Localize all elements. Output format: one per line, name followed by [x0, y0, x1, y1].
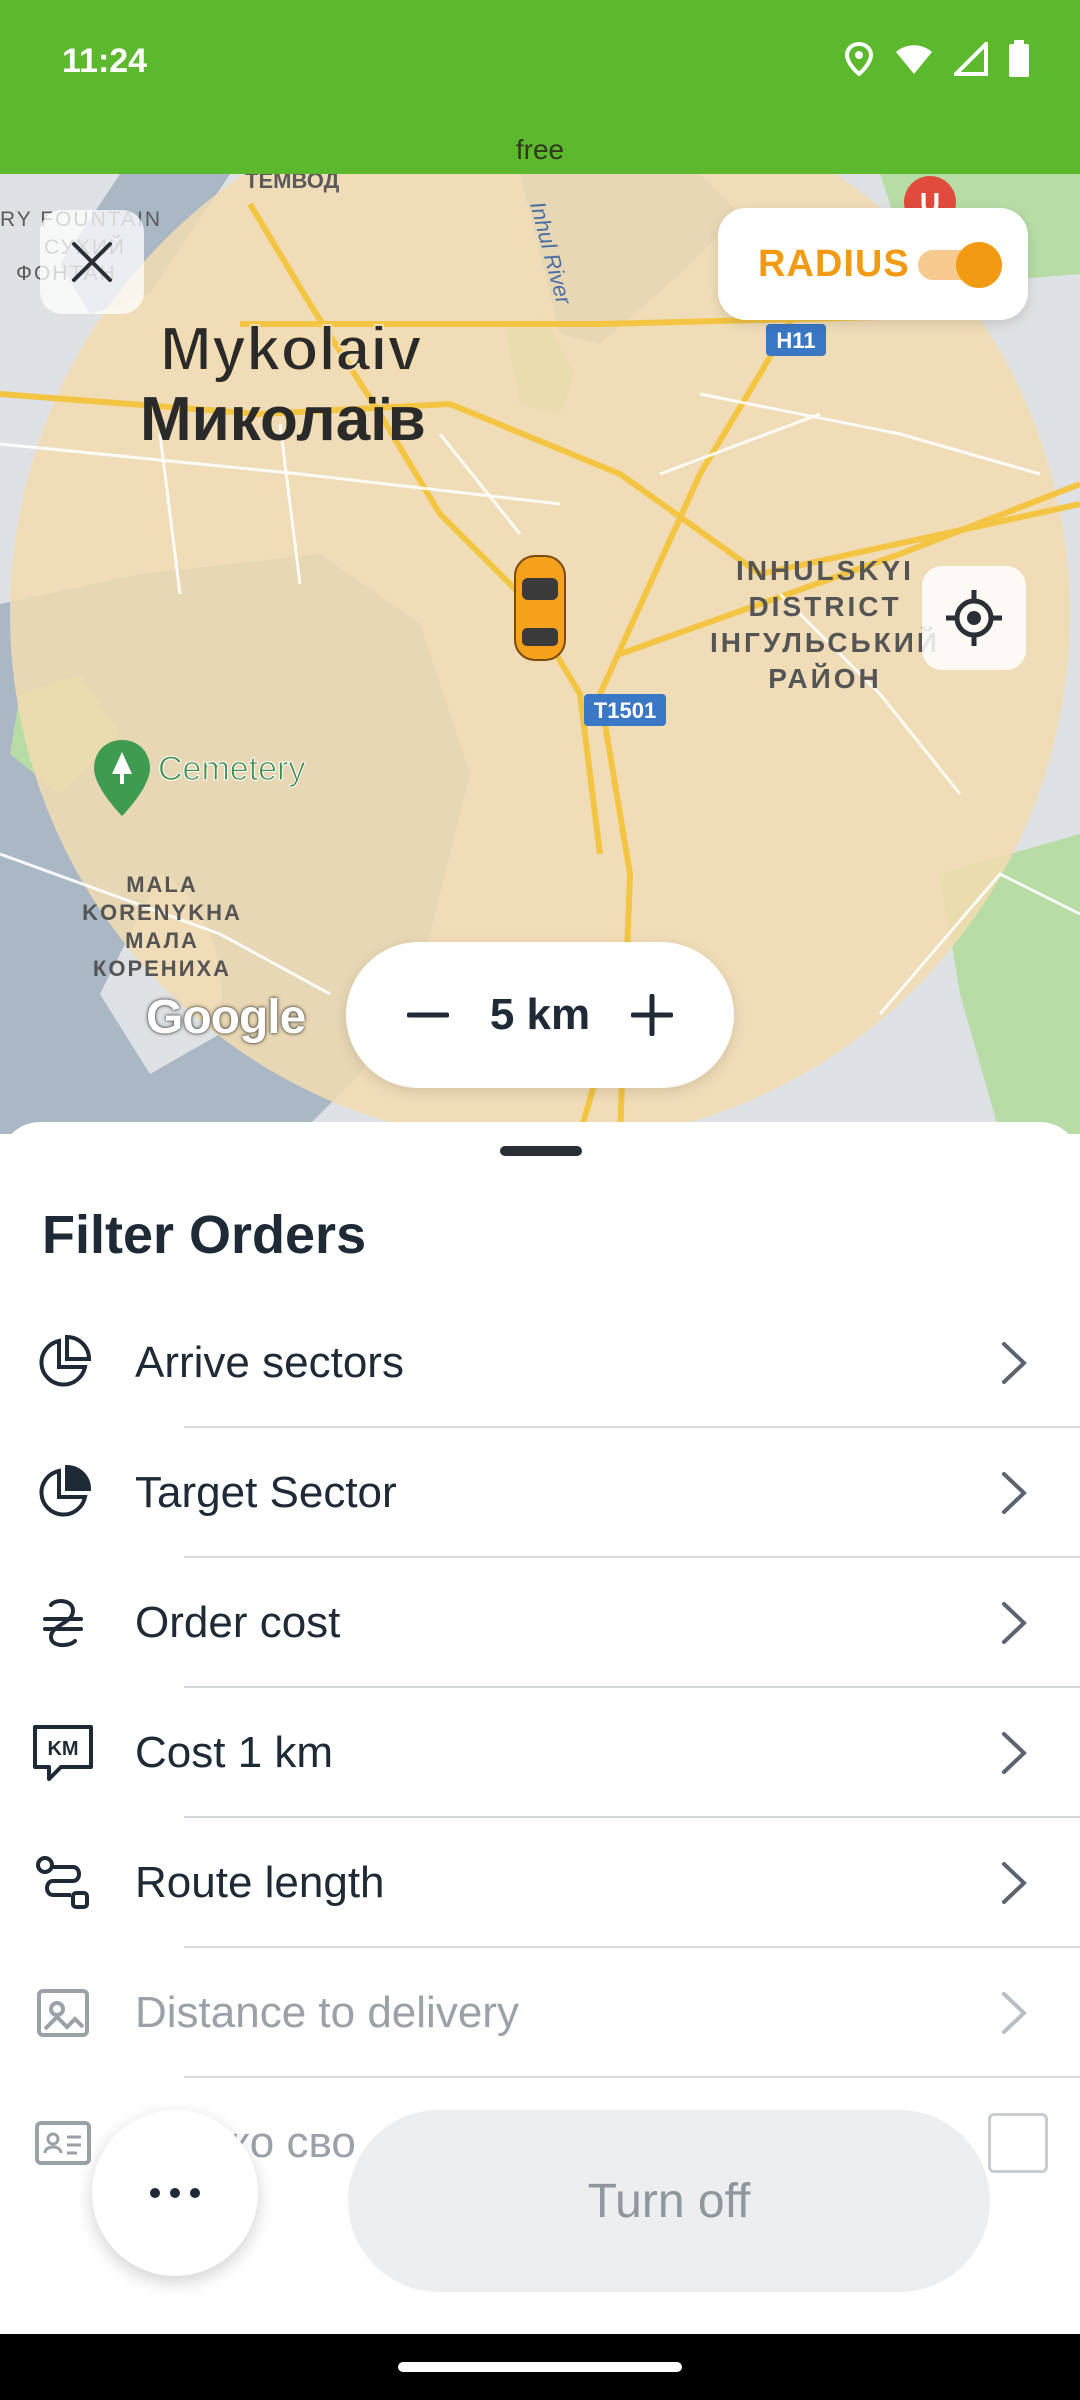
filter-row-route-length[interactable]: Route length [0, 1818, 1080, 1948]
wifi-icon [896, 45, 932, 74]
map-pin-card-icon [30, 1980, 96, 2046]
my-location-button[interactable] [922, 566, 1026, 670]
sheet-title: Filter Orders [42, 1205, 367, 1265]
more-options-button[interactable] [92, 2110, 258, 2276]
chevron-right-icon [1002, 1992, 1027, 2034]
signal-icon [954, 42, 988, 76]
road-t1501-label: T1501 [594, 698, 656, 723]
radius-value: 5 km [489, 990, 591, 1039]
svg-text:МАЛА: МАЛА [125, 928, 199, 953]
sheet-drag-handle[interactable] [500, 1146, 582, 1156]
radius-label: RADIUS [758, 242, 910, 285]
battery-icon [1009, 40, 1029, 77]
city-name-en: Mykolaiv [160, 315, 422, 384]
poi-cemetery-label: Cemetery [158, 750, 305, 788]
pie-sector-icon [30, 1330, 96, 1396]
svg-text:KM: KM [47, 1738, 78, 1760]
map-fragment-top: ТЕМВОД [245, 174, 340, 193]
svg-text:INHULSKYI: INHULSKYI [736, 555, 914, 586]
crosshair-icon [946, 590, 1002, 646]
filter-label: Target Sector [135, 1468, 397, 1517]
google-logo: Google [146, 991, 306, 1044]
pie-filled-sector-icon [30, 1460, 96, 1526]
turn-off-button[interactable]: Turn off [348, 2110, 990, 2292]
switch-thumb [956, 242, 1002, 288]
city-name-uk: Миколаїв [140, 385, 426, 454]
status-time: 11:24 [62, 42, 148, 80]
increase-radius-button[interactable] [622, 985, 682, 1045]
car-marker-icon [514, 555, 566, 661]
filter-row-target-sector[interactable]: Target Sector [0, 1428, 1080, 1558]
filter-label: Distance to delivery [135, 1988, 519, 2037]
free-status-banner: free [0, 130, 1080, 174]
chevron-right-icon [1002, 1342, 1027, 1384]
radius-toggle-card[interactable]: RADIUS [718, 208, 1028, 320]
svg-text:DISTRICT: DISTRICT [748, 591, 901, 622]
svg-text:KORENYKHA: KORENYKHA [82, 900, 242, 925]
decrease-radius-button[interactable] [398, 985, 458, 1045]
chevron-right-icon [1002, 1862, 1027, 1904]
radius-switch[interactable] [918, 242, 1002, 288]
system-nav-bar [0, 2334, 1080, 2400]
close-icon [72, 242, 112, 282]
filter-label: Cost 1 km [135, 1728, 334, 1777]
svg-text:ІНГУЛЬСЬКИЙ: ІНГУЛЬСЬКИЙ [710, 626, 940, 658]
home-gesture-pill[interactable] [398, 2362, 682, 2372]
route-icon [30, 1850, 96, 1916]
filter-row-distance-to-delivery[interactable]: Distance to delivery [0, 1948, 1080, 2078]
filter-label: Arrive sectors [135, 1338, 404, 1387]
road-h11-label: H11 [776, 328, 815, 353]
more-horizontal-icon [150, 2188, 200, 2198]
plus-icon [630, 994, 673, 1036]
filter-label: Route length [135, 1858, 385, 1907]
filter-row-order-cost[interactable]: Order cost [0, 1558, 1080, 1688]
close-button[interactable] [40, 210, 144, 314]
own-only-checkbox[interactable] [988, 2113, 1048, 2173]
filter-label: Order cost [135, 1598, 341, 1647]
chevron-right-icon [1002, 1732, 1027, 1774]
location-icon [844, 42, 874, 76]
svg-text:КОРЕНИХА: КОРЕНИХА [93, 956, 231, 981]
svg-text:РАЙОН: РАЙОН [768, 662, 882, 694]
chevron-right-icon [1002, 1602, 1027, 1644]
status-icons [844, 40, 1030, 78]
hryvnia-icon [30, 1590, 96, 1656]
filter-row-arrive-sectors[interactable]: Arrive sectors [0, 1298, 1080, 1428]
chevron-right-icon [1002, 1472, 1027, 1514]
svg-text:MALA: MALA [126, 872, 198, 897]
km-chat-icon: KM [30, 1720, 96, 1786]
id-card-icon [30, 2110, 96, 2176]
radius-stepper: 5 km [346, 942, 734, 1088]
status-bar: 11:24 [0, 0, 1080, 130]
filter-row-cost-per-km[interactable]: KM Cost 1 km [0, 1688, 1080, 1818]
minus-icon [407, 1012, 449, 1018]
